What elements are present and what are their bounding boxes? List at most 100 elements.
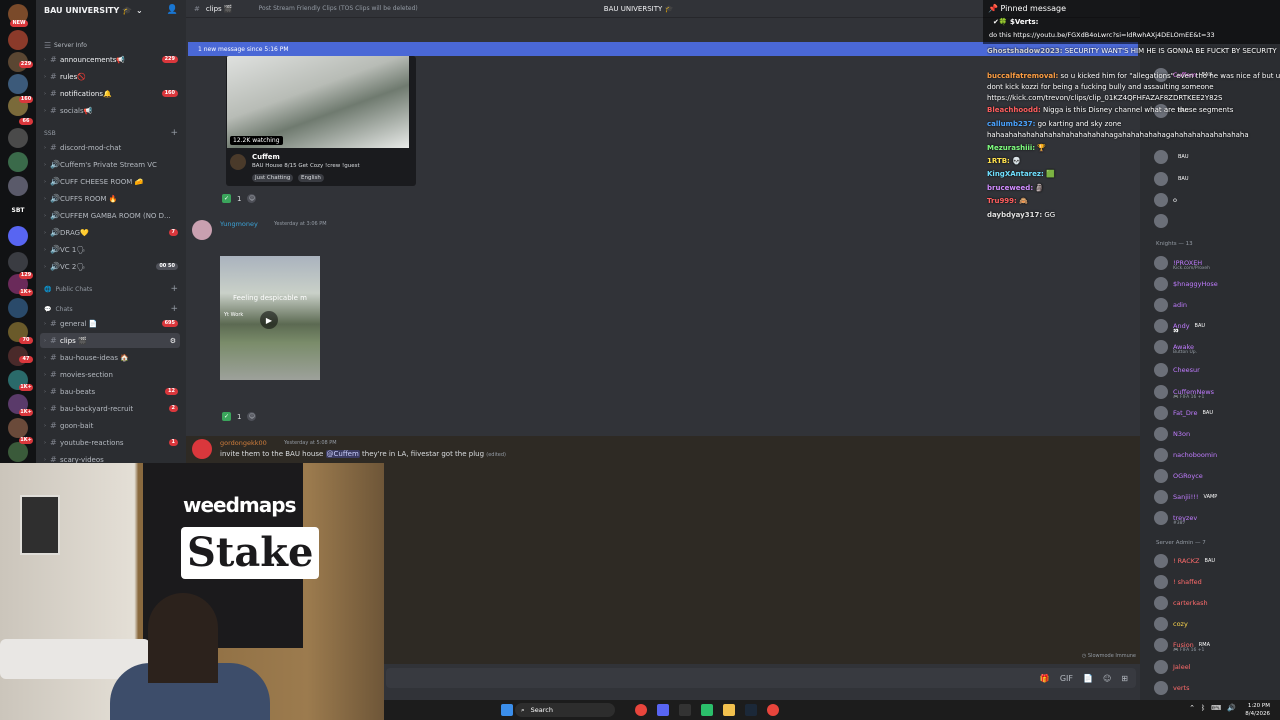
check-reaction-icon[interactable]: ✓: [222, 194, 231, 203]
channel-item[interactable]: › # youtube-reactions 1: [36, 435, 186, 450]
server-icon[interactable]: [8, 30, 28, 50]
channel-item[interactable]: › 🔊 CUFFEM GAMBA ROOM (NO D...: [36, 208, 186, 223]
chat-username[interactable]: 1RTB:: [987, 157, 1010, 165]
clock[interactable]: 1:20 PM 8/4/2026: [1245, 702, 1270, 718]
channel-item[interactable]: › # discord-mod-chat: [36, 140, 186, 155]
server-icon[interactable]: [8, 176, 28, 196]
channel-item[interactable]: › # bau-house-ideas 🏠: [36, 350, 186, 365]
channel-item[interactable]: › 🔊 DRAG💛 7: [36, 225, 186, 240]
chat-username[interactable]: Tru999:: [987, 197, 1017, 205]
apps-icon[interactable]: ⊞: [1121, 674, 1128, 683]
bluetooth-icon[interactable]: ᛒ: [1201, 704, 1205, 712]
video-attachment[interactable]: Feeling despicable m ▶ Yt Work: [220, 256, 320, 380]
member-item[interactable]: verts: [1154, 679, 1280, 697]
member-item[interactable]: $hnaggyHose: [1154, 275, 1280, 293]
member-item[interactable]: Fusion RMA 🎮 FIFA 16 +1: [1154, 636, 1280, 654]
volume-icon[interactable]: 🔊: [1227, 704, 1236, 712]
channel-item[interactable]: › # clips 🎬 ⚙: [40, 333, 180, 348]
message-author[interactable]: gordongekk00: [220, 439, 267, 447]
check-reaction-icon[interactable]: ✓: [222, 412, 231, 421]
stream-tag[interactable]: Just Chatting: [252, 174, 294, 182]
channel-item[interactable]: › # rules🚫: [36, 69, 186, 84]
chrome-icon[interactable]: [767, 704, 779, 716]
gift-icon[interactable]: 🎁: [1040, 674, 1050, 683]
avatar[interactable]: [192, 220, 212, 240]
folder-icon[interactable]: [723, 704, 735, 716]
channel-item[interactable]: › 🔊 Cuffem's Private Stream VC: [36, 157, 186, 172]
server-icon[interactable]: [8, 252, 28, 272]
member-item[interactable]: CuffemNews 🎮 FIFA 16 +1: [1154, 383, 1280, 401]
channel-item[interactable]: › # general 📄 695: [36, 316, 186, 331]
member-item[interactable]: Sanjii!!! VAMP: [1154, 488, 1280, 506]
chat-username[interactable]: Ghostshadow2023:: [987, 47, 1063, 55]
channel-item[interactable]: › 🔊 VC 1🗣: [36, 242, 186, 257]
emoji-icon[interactable]: ☺: [1103, 674, 1111, 683]
channel-item[interactable]: › 🔊 CUFFS ROOM 🔥: [36, 191, 186, 206]
server-icon[interactable]: [8, 74, 28, 94]
add-channel-icon[interactable]: +: [170, 128, 178, 138]
add-member-icon[interactable]: 👤: [167, 5, 178, 15]
member-item[interactable]: N3on: [1154, 425, 1280, 443]
channel-item[interactable]: › # movies-section: [36, 367, 186, 382]
gif-icon[interactable]: GIF: [1060, 674, 1073, 683]
add-reaction-icon[interactable]: ☺: [247, 412, 257, 421]
category-public-chats[interactable]: 🌐 Public Chats +: [44, 283, 178, 295]
message-author[interactable]: Yungmoney: [220, 220, 258, 228]
server-folder-icon[interactable]: [8, 226, 28, 246]
chat-username[interactable]: Mezurashiii:: [987, 144, 1035, 152]
stream-tag[interactable]: English: [298, 174, 324, 182]
stream-thumbnail[interactable]: [227, 56, 409, 148]
member-item[interactable]: nachoboomin: [1154, 446, 1280, 464]
server-icon[interactable]: [8, 128, 28, 148]
user-mention[interactable]: @Cuffem: [325, 450, 360, 458]
member-item[interactable]: carterkash: [1154, 594, 1280, 612]
channel-item[interactable]: › 🔊 VC 2🗣 00 50: [36, 259, 186, 274]
server-header[interactable]: BAU UNIVERSITY 🎓 ⌄ 👤: [36, 0, 186, 20]
channel-item[interactable]: › # bau-beats 12: [36, 384, 186, 399]
play-icon[interactable]: ▶: [260, 311, 278, 329]
channel-item[interactable]: › 🔊 CUFF CHEESE ROOM 🧀: [36, 174, 186, 189]
chat-username[interactable]: bruceweed:: [987, 184, 1033, 192]
channel-topic[interactable]: Post Stream Friendly Clips (TOS Clips wi…: [259, 5, 418, 12]
add-channel-icon[interactable]: +: [170, 304, 178, 314]
chat-username[interactable]: KingXAntarez:: [987, 170, 1044, 178]
chat-username[interactable]: callumb237:: [987, 120, 1035, 128]
server-icon[interactable]: [8, 298, 28, 318]
category-chats[interactable]: 💬 Chats +: [44, 303, 178, 315]
discord-icon[interactable]: [657, 704, 669, 716]
member-item[interactable]: ! RACKZ BAU: [1154, 552, 1280, 570]
add-reaction-icon[interactable]: ☺: [247, 194, 257, 203]
sticker-icon[interactable]: 📄: [1083, 674, 1093, 683]
chrome-icon[interactable]: [635, 704, 647, 716]
member-item[interactable]: Cheesur: [1154, 361, 1280, 379]
channel-item[interactable]: › # goon-bait: [36, 418, 186, 433]
chat-username[interactable]: Bleachhoodd:: [987, 106, 1041, 114]
gear-icon[interactable]: ⚙: [170, 337, 176, 345]
message-composer[interactable]: 🎁 GIF 📄 ☺ ⊞: [386, 668, 1136, 688]
avatar[interactable]: [192, 439, 212, 459]
member-item[interactable]: OGRoyce: [1154, 467, 1280, 485]
server-info-category[interactable]: ☰ Server Info: [36, 38, 186, 53]
member-item[interactable]: Jaleel: [1154, 658, 1280, 676]
server-icon-sbt[interactable]: SBT: [8, 200, 28, 220]
add-channel-icon[interactable]: +: [170, 284, 178, 294]
member-item[interactable]: Fat_Dre BAU: [1154, 404, 1280, 422]
network-icon[interactable]: ⌨: [1211, 704, 1221, 712]
member-item[interactable]: cozy: [1154, 615, 1280, 633]
member-item[interactable]: treyzev #387: [1154, 509, 1280, 527]
chat-username[interactable]: buccalfatremoval:: [987, 72, 1058, 80]
server-icon[interactable]: [8, 152, 28, 172]
app-icon[interactable]: [701, 704, 713, 716]
server-icon[interactable]: [8, 418, 28, 438]
member-item[interactable]: Awake Button Up.: [1154, 338, 1280, 356]
chat-username[interactable]: daybdyay317:: [987, 211, 1042, 219]
member-item[interactable]: !PROXEH Kick.com/Proxeh: [1154, 254, 1280, 272]
channel-item[interactable]: › # notifications🔔 160: [36, 86, 186, 101]
member-item[interactable]: adin: [1154, 296, 1280, 314]
streamer-name[interactable]: Cuffem: [252, 153, 280, 161]
member-item[interactable]: ! shaffed: [1154, 573, 1280, 591]
server-icon[interactable]: [8, 442, 28, 462]
app-icon[interactable]: [679, 704, 691, 716]
steam-icon[interactable]: [745, 704, 757, 716]
channel-item[interactable]: › # socials📢: [36, 103, 186, 118]
